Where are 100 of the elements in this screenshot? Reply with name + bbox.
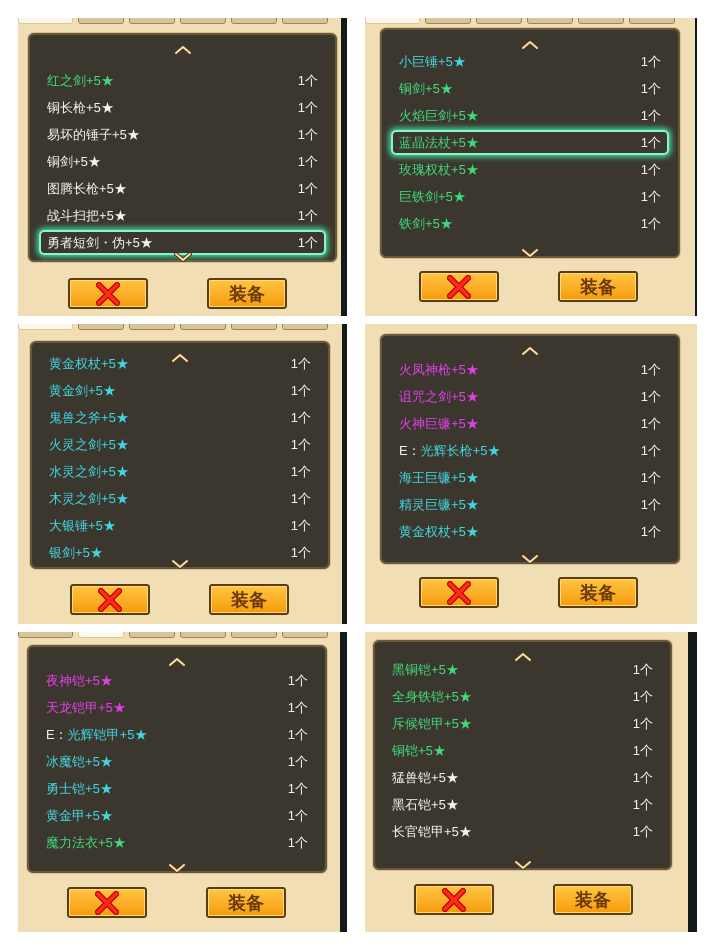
cancel-button[interactable] xyxy=(70,584,150,615)
item-name: 光辉铠甲+5★ xyxy=(68,726,148,742)
item-name: 黑铜铠+5★ xyxy=(392,662,459,678)
item-row[interactable]: 战斗扫把+5★ 1个 xyxy=(39,203,326,228)
item-row[interactable]: 夜神铠+5★ 1个 xyxy=(38,668,316,693)
scroll-up-icon[interactable] xyxy=(521,346,539,356)
tab[interactable] xyxy=(629,18,675,24)
scroll-down-icon[interactable] xyxy=(514,860,532,870)
item-row[interactable]: 黄金剑+5★ 1个 xyxy=(41,378,319,403)
tab[interactable] xyxy=(78,324,124,330)
item-name: 火灵之剑+5★ xyxy=(49,436,129,452)
tab[interactable] xyxy=(282,324,328,330)
item-row[interactable]: E：光辉铠甲+5★ 1个 xyxy=(38,722,316,747)
tab[interactable] xyxy=(180,18,226,24)
scroll-down-icon[interactable] xyxy=(168,863,186,873)
item-row[interactable]: 黄金权杖+5★ 1个 xyxy=(41,351,319,376)
item-row[interactable]: 小巨锤+5★ 1个 xyxy=(391,49,669,74)
cancel-button[interactable] xyxy=(419,577,499,608)
item-row[interactable]: 火灵之剑+5★ 1个 xyxy=(41,432,319,457)
item-row[interactable]: 猛兽铠+5★ 1个 xyxy=(384,765,661,790)
item-row[interactable]: 铜剑+5★ 1个 xyxy=(39,149,326,174)
item-row[interactable]: 冰魔铠+5★ 1个 xyxy=(38,749,316,774)
item-row[interactable]: 天龙铠甲+5★ 1个 xyxy=(38,695,316,720)
item-row[interactable]: 黑石铠+5★ 1个 xyxy=(384,792,661,817)
item-row[interactable]: 鬼兽之斧+5★ 1个 xyxy=(41,405,319,430)
equip-button[interactable]: 装备 xyxy=(209,584,289,615)
item-row[interactable]: 图腾长枪+5★ 1个 xyxy=(39,176,326,201)
tab[interactable] xyxy=(231,632,277,638)
scroll-up-icon[interactable] xyxy=(174,45,192,55)
tab[interactable] xyxy=(527,18,573,24)
item-row[interactable]: 巨铁剑+5★ 1个 xyxy=(391,184,669,209)
tab[interactable] xyxy=(282,632,328,638)
equip-button[interactable]: 装备 xyxy=(207,278,287,309)
item-row[interactable]: 海王巨镰+5★ 1个 xyxy=(391,465,669,490)
tab[interactable] xyxy=(78,18,124,24)
tab[interactable] xyxy=(231,18,277,24)
item-row[interactable]: 大银锤+5★ 1个 xyxy=(41,513,319,538)
item-name: 海王巨镰+5★ xyxy=(399,470,479,486)
item-row[interactable]: 蓝晶法杖+5★ 1个 xyxy=(391,130,669,155)
tab[interactable] xyxy=(18,324,73,330)
item-row[interactable]: 勇士铠+5★ 1个 xyxy=(38,776,316,801)
tab[interactable] xyxy=(18,632,73,638)
item-row[interactable]: 火凤神枪+5★ 1个 xyxy=(391,357,669,382)
item-row[interactable]: E：光辉长枪+5★ 1个 xyxy=(391,438,669,463)
equip-button[interactable]: 装备 xyxy=(558,577,638,608)
tab[interactable] xyxy=(129,632,175,638)
scroll-up-icon[interactable] xyxy=(514,652,532,662)
item-row[interactable]: 火神巨镰+5★ 1个 xyxy=(391,411,669,436)
item-name: 铜长枪+5★ xyxy=(47,100,114,116)
tab[interactable] xyxy=(129,18,175,24)
item-row[interactable]: 魔力法衣+5★ 1个 xyxy=(38,830,316,855)
item-row[interactable]: 勇者短剑・伪+5★ 1个 xyxy=(39,230,326,255)
item-row[interactable]: 铜铠+5★ 1个 xyxy=(384,738,661,763)
item-count: 1个 xyxy=(640,388,661,404)
item-count: 1个 xyxy=(632,688,653,704)
scroll-up-icon[interactable] xyxy=(171,353,189,363)
item-row[interactable]: 易坏的锤子+5★ 1个 xyxy=(39,122,326,147)
tab[interactable] xyxy=(180,632,226,638)
item-row[interactable]: 银剑+5★ 1个 xyxy=(41,540,319,565)
cancel-button[interactable] xyxy=(67,887,147,918)
item-row[interactable]: 木灵之剑+5★ 1个 xyxy=(41,486,319,511)
tab[interactable] xyxy=(231,324,277,330)
tab[interactable] xyxy=(365,18,420,24)
equip-button[interactable]: 装备 xyxy=(553,884,633,915)
scroll-down-icon[interactable] xyxy=(521,248,539,258)
item-row[interactable]: 长官铠甲+5★ 1个 xyxy=(384,819,661,844)
equip-button[interactable]: 装备 xyxy=(558,271,638,302)
item-row[interactable]: 火焰巨剑+5★ 1个 xyxy=(391,103,669,128)
item-row[interactable]: 诅咒之剑+5★ 1个 xyxy=(391,384,669,409)
cancel-button[interactable] xyxy=(419,271,499,302)
item-row[interactable]: 全身铁铠+5★ 1个 xyxy=(384,684,661,709)
item-name: 大银锤+5★ xyxy=(49,518,116,534)
item-count: 1个 xyxy=(298,126,318,142)
equip-button[interactable]: 装备 xyxy=(206,887,286,918)
item-row[interactable]: 水灵之剑+5★ 1个 xyxy=(41,459,319,484)
scroll-down-icon[interactable] xyxy=(171,559,189,569)
item-row[interactable]: 黄金权杖+5★ 1个 xyxy=(391,519,669,544)
tab[interactable] xyxy=(180,324,226,330)
tab[interactable] xyxy=(282,18,328,24)
item-row[interactable]: 铜长枪+5★ 1个 xyxy=(39,95,326,120)
item-row[interactable]: 斥候铠甲+5★ 1个 xyxy=(384,711,661,736)
tab[interactable] xyxy=(18,18,73,24)
tab[interactable] xyxy=(425,18,471,24)
tab[interactable] xyxy=(578,18,624,24)
cancel-button[interactable] xyxy=(414,884,494,915)
tab[interactable] xyxy=(129,324,175,330)
scroll-up-icon[interactable] xyxy=(168,657,186,667)
item-row[interactable]: 红之剑+5★ 1个 xyxy=(39,68,326,93)
item-row[interactable]: 铁剑+5★ 1个 xyxy=(391,211,669,236)
tab[interactable] xyxy=(476,18,522,24)
item-row[interactable]: 铜剑+5★ 1个 xyxy=(391,76,669,101)
scroll-up-icon[interactable] xyxy=(521,40,539,50)
cancel-button[interactable] xyxy=(68,278,148,309)
scroll-down-icon[interactable] xyxy=(174,252,192,262)
item-row[interactable]: 精灵巨镰+5★ 1个 xyxy=(391,492,669,517)
tab[interactable] xyxy=(78,632,124,638)
item-row[interactable]: 黄金甲+5★ 1个 xyxy=(38,803,316,828)
item-row[interactable]: 黑铜铠+5★ 1个 xyxy=(384,657,661,682)
scroll-down-icon[interactable] xyxy=(521,554,539,564)
item-row[interactable]: 玫瑰权杖+5★ 1个 xyxy=(391,157,669,182)
